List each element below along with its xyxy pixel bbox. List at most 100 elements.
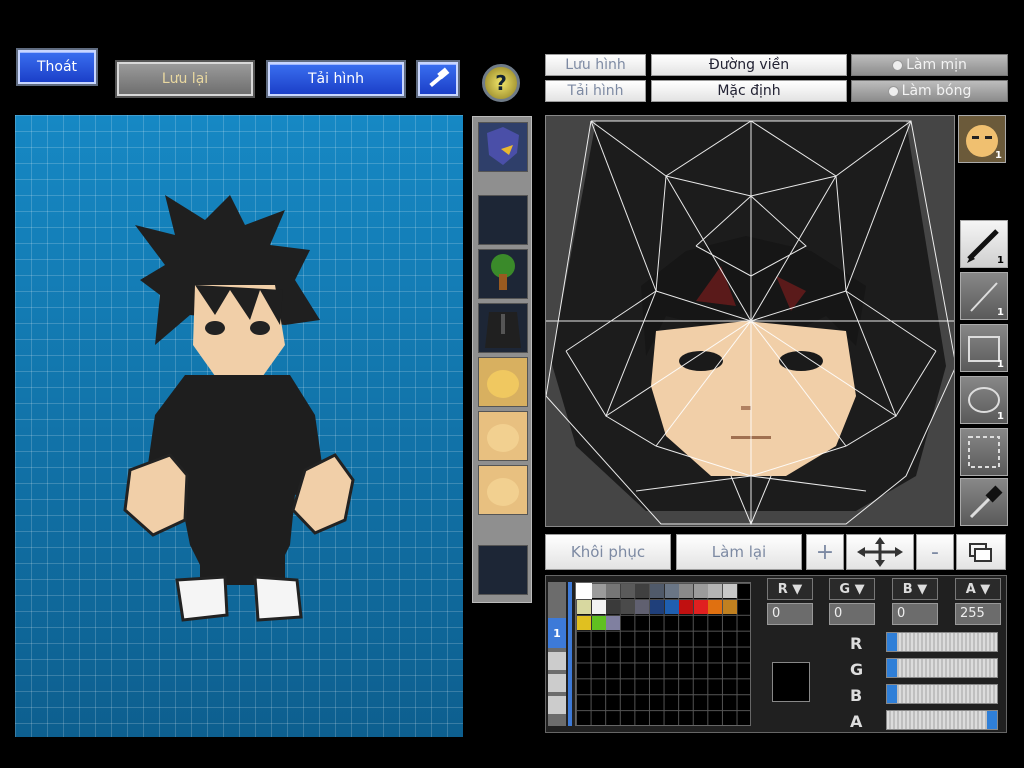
color-swatch[interactable] [620, 599, 635, 614]
help-button[interactable]: ? [482, 64, 520, 102]
exit-button[interactable]: Thoát [18, 50, 96, 84]
character-preview-canvas[interactable] [15, 115, 463, 737]
a-slider-knob[interactable] [987, 711, 997, 729]
color-swatch[interactable] [679, 599, 694, 614]
load-image-label: Tải hình [567, 83, 624, 99]
move-button[interactable] [846, 534, 914, 570]
color-swatch[interactable] [606, 584, 621, 598]
redo-button[interactable]: Làm lại [676, 534, 802, 570]
color-swatch[interactable] [606, 615, 621, 630]
color-swatch[interactable] [679, 584, 694, 598]
color-swatch[interactable] [635, 599, 650, 614]
save-image-button[interactable]: Lưu hình [545, 54, 646, 76]
ellipse-tool-button[interactable]: 1 [960, 376, 1008, 424]
palette-page-tab[interactable]: 1 [548, 618, 566, 648]
face-icon [487, 478, 519, 506]
suit-icon [485, 312, 521, 348]
color-swatch[interactable] [708, 599, 723, 614]
part-thumb-empty-1[interactable] [478, 195, 528, 245]
color-swatch[interactable] [650, 599, 664, 614]
color-swatch[interactable] [723, 599, 737, 614]
color-swatch[interactable] [635, 584, 650, 598]
b-channel-label: B [902, 581, 913, 597]
part-thumb-creature[interactable] [478, 122, 528, 172]
a-channel-dropdown[interactable]: A ▼ [955, 578, 1001, 600]
save-button[interactable]: Lưu lại [117, 62, 253, 96]
creature-icon [487, 127, 519, 165]
part-thumb-face-1[interactable] [478, 357, 528, 407]
r-value-field[interactable]: 0 [767, 603, 813, 625]
part-thumb-face-3[interactable] [478, 465, 528, 515]
color-swatch[interactable] [664, 599, 679, 614]
a-value-field[interactable]: 255 [955, 603, 1001, 625]
select-tool-button[interactable] [960, 428, 1008, 476]
color-swatch[interactable] [591, 599, 606, 614]
palette-page-num: 1 [553, 626, 561, 640]
load-image-button[interactable]: Tải hình [545, 80, 646, 102]
zoom-in-button[interactable]: + [806, 534, 844, 570]
g-value-field[interactable]: 0 [829, 603, 875, 625]
b-slider[interactable] [886, 684, 998, 704]
redo-label: Làm lại [711, 543, 767, 561]
restore-button[interactable]: Khôi phục [545, 534, 671, 570]
b-channel-dropdown[interactable]: B ▼ [892, 578, 938, 600]
r-slider[interactable] [886, 632, 998, 652]
g-channel-label: G [839, 581, 851, 597]
color-swatch[interactable] [693, 584, 708, 598]
part-thumb-empty-2[interactable] [478, 545, 528, 595]
face-icon [487, 424, 519, 452]
part-thumb-suit[interactable] [478, 303, 528, 353]
line-tool-num: 1 [997, 307, 1004, 318]
color-swatch[interactable] [693, 599, 708, 614]
a-slider[interactable] [886, 710, 998, 730]
color-swatch[interactable] [606, 599, 621, 614]
rect-tool-button[interactable]: 1 [960, 324, 1008, 372]
color-swatch[interactable] [576, 583, 592, 599]
g-channel-dropdown[interactable]: G ▼ [829, 578, 875, 600]
part-thumb-tree[interactable] [478, 249, 528, 299]
b-value-field[interactable]: 0 [892, 603, 938, 625]
g-slider[interactable] [886, 658, 998, 678]
shade-radio[interactable] [887, 85, 899, 97]
shade-option[interactable]: Làm bóng [851, 80, 1008, 102]
load-button[interactable]: Tải hình [268, 62, 404, 96]
default-button[interactable]: Mặc định [651, 80, 847, 102]
rect-tool-num: 1 [997, 359, 1004, 370]
hammer-button[interactable] [418, 62, 458, 96]
color-swatch[interactable] [708, 584, 723, 598]
g-slider-knob[interactable] [887, 659, 897, 677]
face-editor-canvas[interactable] [545, 115, 955, 527]
palette-tab-2[interactable] [548, 652, 566, 670]
color-swatch[interactable] [591, 584, 606, 598]
palette-tab-4[interactable] [548, 696, 566, 714]
zoom-out-button[interactable]: - [916, 534, 954, 570]
color-swatch[interactable] [577, 599, 591, 614]
smooth-radio[interactable] [892, 59, 904, 71]
smooth-option[interactable]: Làm mịn [851, 54, 1008, 76]
color-swatch-grid[interactable] [575, 582, 751, 726]
smooth-label: Làm mịn [906, 57, 967, 73]
r-slider-knob[interactable] [887, 633, 897, 651]
color-swatch[interactable] [650, 584, 664, 598]
b-slider-label: B [850, 686, 863, 705]
face-icon [487, 370, 519, 398]
part-thumb-face-2[interactable] [478, 411, 528, 461]
pen-tool-button[interactable]: 1 [960, 220, 1008, 268]
r-channel-dropdown[interactable]: R ▼ [767, 578, 813, 600]
color-swatch[interactable] [591, 615, 606, 630]
parts-column [472, 116, 532, 603]
b-slider-knob[interactable] [887, 685, 897, 703]
color-swatch[interactable] [577, 615, 591, 630]
color-swatch[interactable] [723, 584, 737, 598]
line-tool-button[interactable]: 1 [960, 272, 1008, 320]
layer-button[interactable] [956, 534, 1006, 570]
color-swatch[interactable] [620, 584, 635, 598]
save-image-label: Lưu hình [565, 57, 626, 73]
outline-button[interactable]: Đường viền [651, 54, 847, 76]
eyedropper-tool-button[interactable] [960, 478, 1008, 526]
chevron-down-icon: ▼ [792, 581, 803, 597]
face-layer-thumb[interactable]: 1 [958, 115, 1006, 163]
color-swatch[interactable] [664, 584, 679, 598]
plus-label: + [815, 539, 835, 565]
palette-tab-3[interactable] [548, 674, 566, 692]
